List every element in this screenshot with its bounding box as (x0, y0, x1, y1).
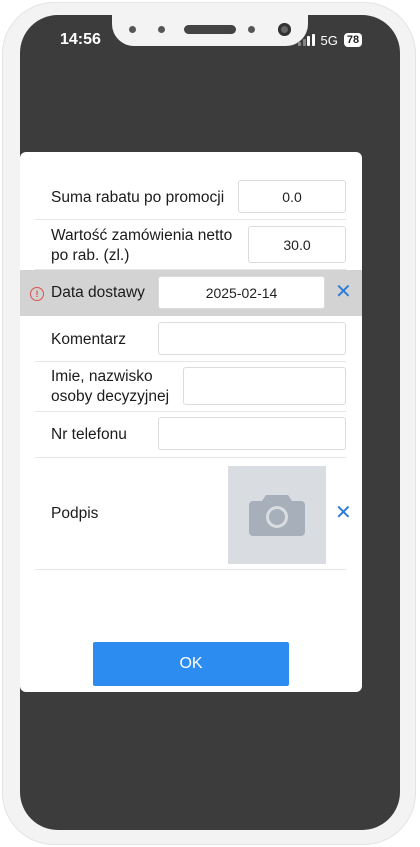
front-camera (278, 23, 291, 36)
delivery-date-label: Data dostawy (51, 284, 145, 301)
phone-number-field[interactable] (158, 417, 346, 450)
status-time: 14:56 (60, 31, 101, 48)
signal-icon (298, 34, 315, 46)
ok-button[interactable]: OK (93, 642, 289, 686)
net-value-label: Wartość zamówienia netto po rab. (zl.) (51, 227, 233, 264)
discount-sum-field[interactable]: 0.0 (238, 180, 346, 213)
row-signature: Podpis ✕ (20, 458, 362, 570)
delivery-date-field[interactable]: 2025-02-14 (158, 276, 325, 309)
error-circle-icon: ! (30, 287, 44, 301)
net-value-field[interactable]: 30.0 (248, 226, 346, 263)
network-type: 5G (320, 32, 338, 48)
comment-label: Komentarz (51, 331, 126, 348)
row-net-value: Wartość zamówienia netto po rab. (zl.) 3… (20, 220, 362, 270)
phone-notch (112, 15, 308, 46)
decision-maker-field[interactable] (183, 367, 346, 405)
row-discount-sum: Suma rabatu po promocji 0.0 (20, 172, 362, 220)
clear-signature-icon[interactable]: ✕ (335, 503, 352, 523)
row-comment: Komentarz (20, 316, 362, 362)
signature-capture-button[interactable] (228, 466, 326, 564)
phone-number-label: Nr telefonu (51, 426, 127, 443)
decision-maker-label: Imie, nazwisko osoby decyzyjnej (51, 368, 170, 405)
row-phone-number: Nr telefonu (20, 412, 362, 458)
row-delivery-date: ! Data dostawy 2025-02-14 ✕ (20, 270, 362, 316)
battery-icon: 78 (343, 33, 363, 47)
row-decision-maker: Imie, nazwisko osoby decyzyjnej (20, 362, 362, 412)
camera-icon (249, 495, 305, 536)
signature-label: Podpis (51, 505, 99, 522)
form-dialog: Suma rabatu po promocji 0.0 Wartość zamó… (20, 152, 362, 692)
discount-sum-label: Suma rabatu po promocji (51, 189, 225, 206)
status-indicators: 5G 78 (298, 32, 363, 48)
clear-x-icon[interactable]: ✕ (335, 282, 352, 302)
comment-field[interactable] (158, 322, 346, 355)
